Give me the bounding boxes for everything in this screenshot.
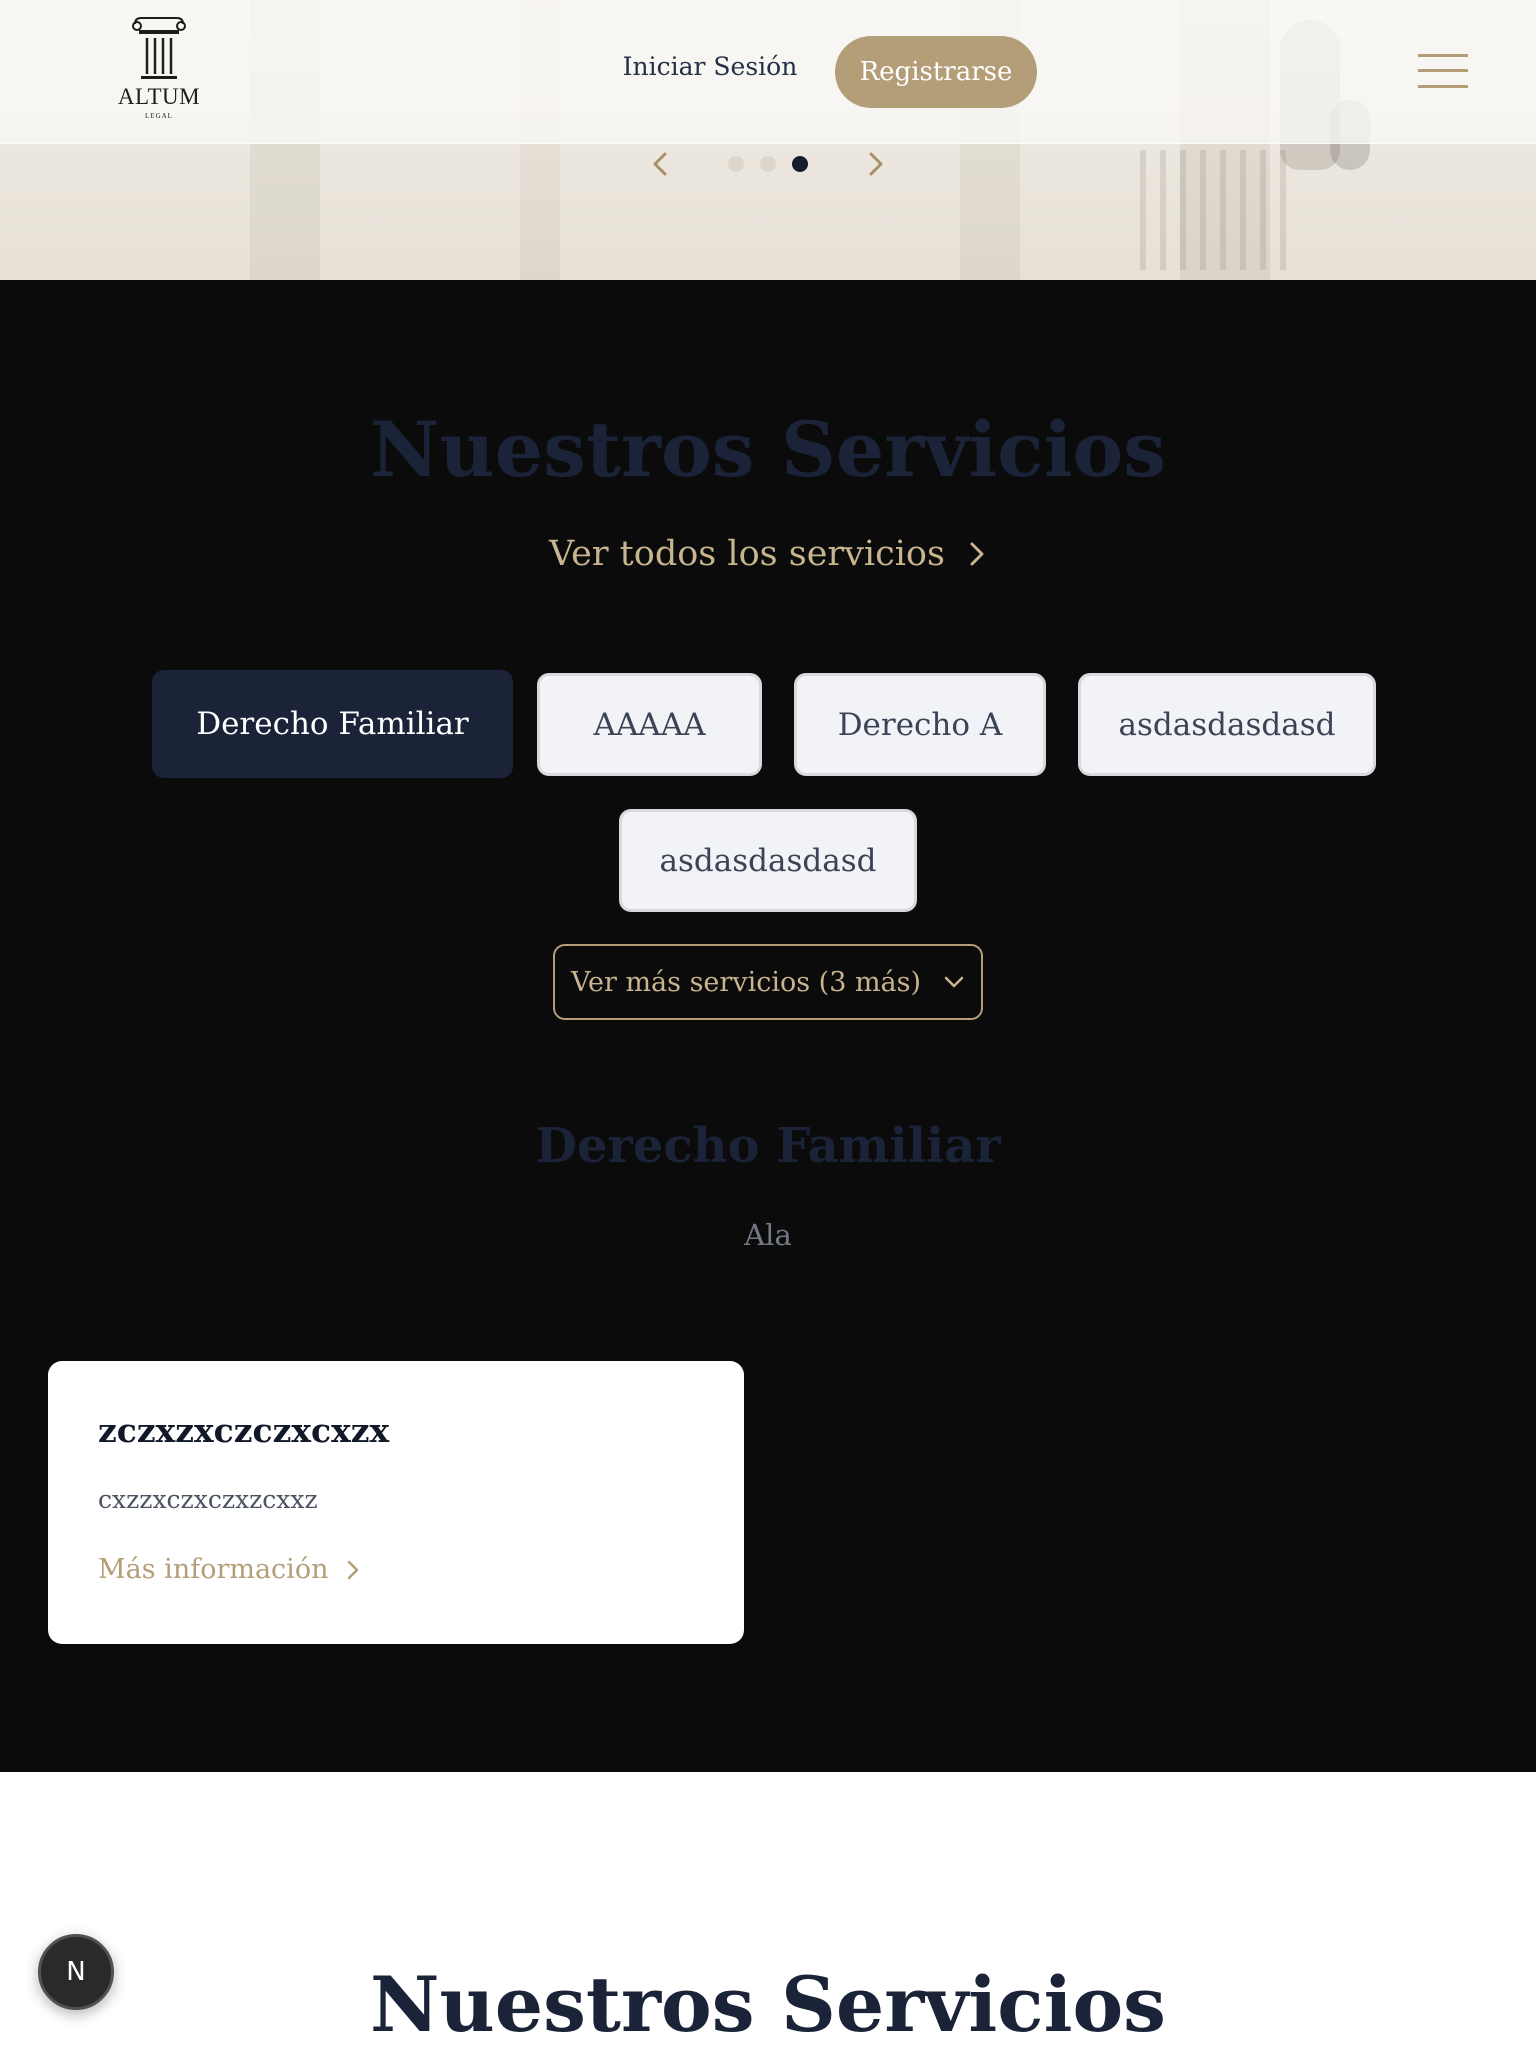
chevron-down-icon: [944, 976, 964, 988]
category-tab-derecho-familiar[interactable]: Derecho Familiar: [152, 670, 513, 778]
chevron-right-icon: [970, 542, 984, 566]
carousel-dot[interactable]: [760, 156, 776, 172]
hero-background-window: [1140, 150, 1290, 270]
category-tab-asdasdasdasd[interactable]: asdasdasdasd: [1078, 673, 1376, 776]
selected-category-title: Derecho Familiar: [535, 1118, 1001, 1174]
services-section: Nuestros Servicios Ver todos los servici…: [0, 280, 1536, 1772]
view-all-services-label: Ver todos los servicios: [549, 534, 945, 574]
view-all-services-link[interactable]: Ver todos los servicios: [530, 524, 1006, 584]
hamburger-line: [1418, 69, 1468, 72]
more-info-link[interactable]: Más información: [98, 1554, 360, 1585]
register-button[interactable]: Registrarse: [835, 36, 1037, 108]
category-tab-aaaaa[interactable]: AAAAA: [537, 673, 762, 776]
selected-category-description: Ala: [744, 1218, 792, 1252]
hamburger-menu-icon[interactable]: [1418, 52, 1468, 92]
service-card-title: zczxzxczczxcxzx: [98, 1411, 390, 1450]
chevron-left-icon[interactable]: [648, 150, 672, 178]
service-card-description: cxzzxczxczxzcxxz: [98, 1485, 318, 1514]
carousel-dot[interactable]: [728, 156, 744, 172]
show-more-services-button[interactable]: Ver más servicios (3 más): [553, 944, 983, 1020]
chevron-right-icon[interactable]: [864, 150, 888, 178]
category-tab-derecho-a[interactable]: Derecho A: [794, 673, 1046, 776]
more-info-label: Más información: [98, 1554, 329, 1585]
brand-name: ALTUM: [117, 84, 201, 109]
brand-tagline: LEGAL: [145, 112, 173, 120]
brand-logo[interactable]: ALTUM LEGAL: [112, 16, 206, 126]
hero-banner: ALTUM LEGAL Iniciar Sesión Registrarse: [0, 0, 1536, 280]
category-tab-asdasdasdasd[interactable]: asdasdasdasd: [619, 809, 917, 912]
floating-n-badge[interactable]: N: [38, 1934, 114, 2010]
bottom-section-title: Nuestros Servicios: [370, 1960, 1166, 2048]
show-more-services-label: Ver más servicios (3 más): [570, 966, 922, 998]
hamburger-line: [1418, 85, 1468, 88]
navbar: ALTUM LEGAL Iniciar Sesión Registrarse: [0, 0, 1536, 144]
service-card: zczxzxczczxcxzx cxzzxczxczxzcxxz Más inf…: [48, 1361, 744, 1644]
section-title: Nuestros Servicios: [370, 405, 1166, 494]
login-link[interactable]: Iniciar Sesión: [610, 52, 810, 81]
column-icon: [132, 17, 186, 79]
carousel-dot-active[interactable]: [792, 156, 808, 172]
hamburger-line: [1418, 54, 1468, 57]
chevron-right-icon: [348, 1560, 359, 1579]
